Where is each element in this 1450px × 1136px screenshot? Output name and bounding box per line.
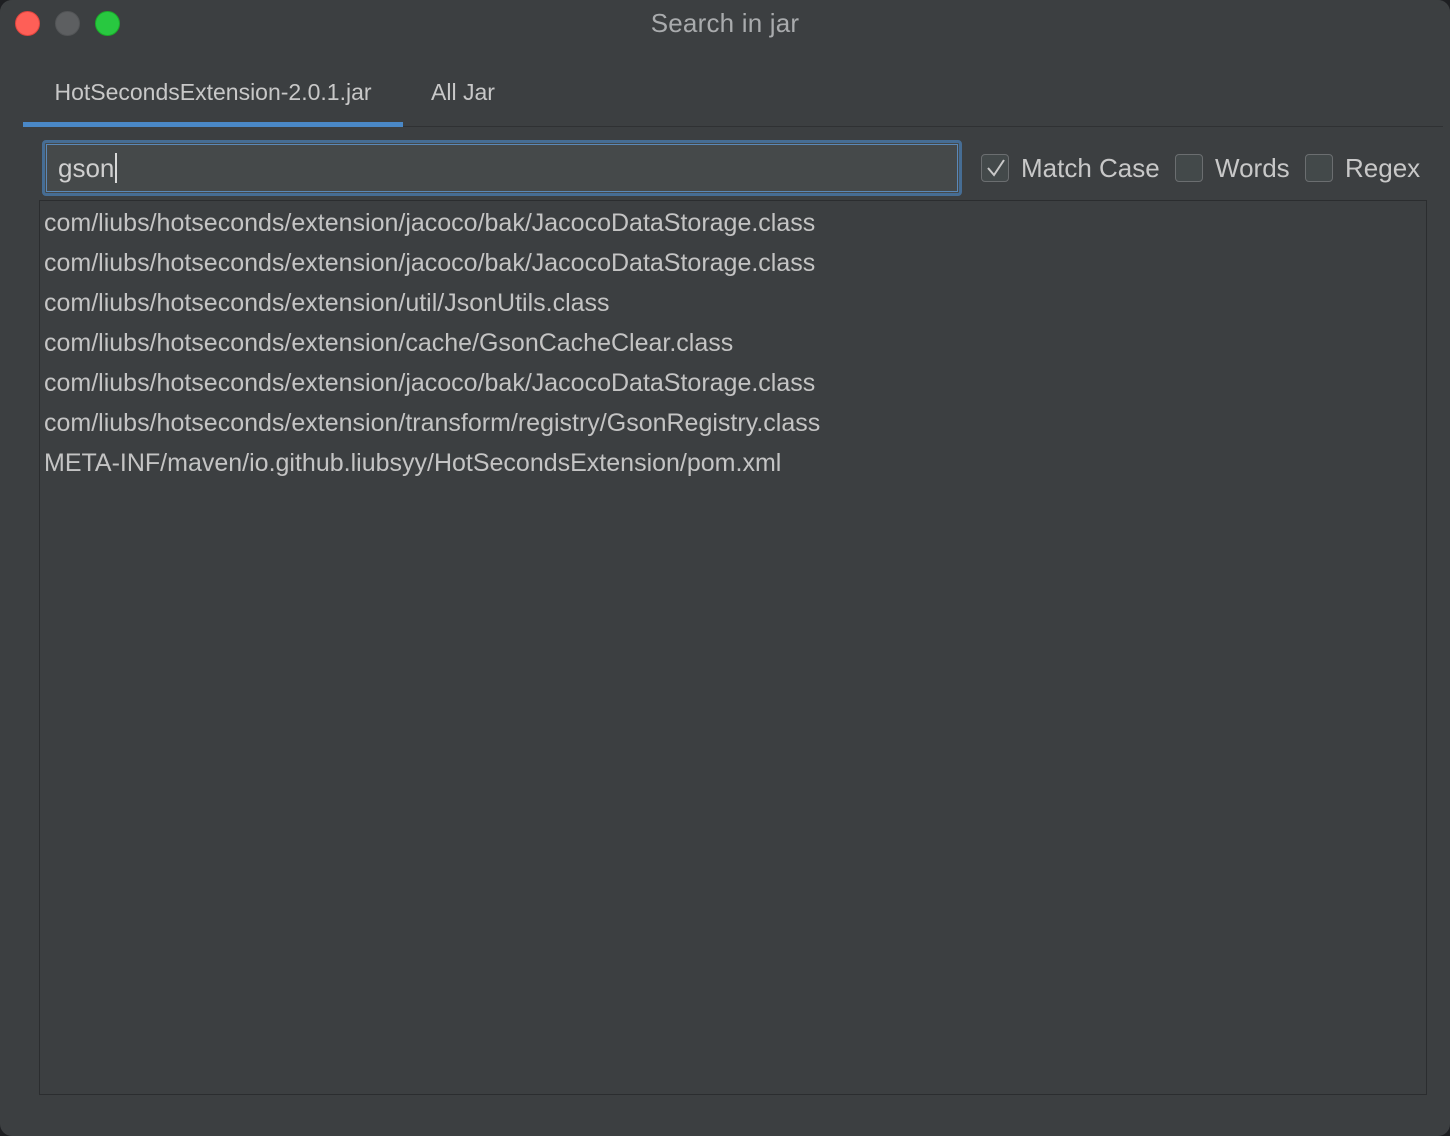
search-input-value: gson	[58, 152, 118, 184]
words-option[interactable]: Words	[1175, 153, 1290, 183]
jar-tabs: HotSecondsExtension-2.0.1.jar All Jar	[23, 64, 1443, 127]
words-checkbox[interactable]	[1175, 154, 1203, 182]
search-in-jar-window: Search in jar HotSecondsExtension-2.0.1.…	[0, 0, 1450, 1136]
result-item[interactable]: com/liubs/hotseconds/extension/jacoco/ba…	[44, 243, 815, 283]
results-list[interactable]: com/liubs/hotseconds/extension/jacoco/ba…	[39, 200, 1427, 1095]
match-case-checkbox[interactable]	[981, 154, 1009, 182]
match-case-label: Match Case	[1021, 152, 1160, 183]
result-item[interactable]: com/liubs/hotseconds/extension/jacoco/ba…	[44, 363, 815, 403]
regex-option[interactable]: Regex	[1305, 153, 1420, 183]
result-item[interactable]: com/liubs/hotseconds/extension/jacoco/ba…	[44, 203, 815, 243]
text-caret	[115, 153, 118, 183]
checkmark-icon	[987, 159, 1005, 177]
search-input[interactable]	[42, 140, 962, 196]
tab-all-jar[interactable]: All Jar	[413, 64, 513, 126]
result-item[interactable]: com/liubs/hotseconds/extension/transform…	[44, 403, 820, 443]
regex-checkbox[interactable]	[1305, 154, 1333, 182]
words-label: Words	[1215, 152, 1290, 183]
match-case-option[interactable]: Match Case	[981, 153, 1160, 183]
regex-label: Regex	[1345, 152, 1421, 183]
result-item[interactable]: com/liubs/hotseconds/extension/util/Json…	[44, 283, 610, 323]
result-item[interactable]: com/liubs/hotseconds/extension/cache/Gso…	[44, 323, 733, 363]
window-title: Search in jar	[650, 8, 800, 38]
tab-current-jar[interactable]: HotSecondsExtension-2.0.1.jar	[23, 64, 403, 127]
result-item[interactable]: META-INF/maven/io.github.liubsyy/HotSeco…	[44, 443, 781, 483]
search-query-text: gson	[58, 153, 115, 183]
title-bar[interactable]: Search in jar	[0, 0, 1450, 50]
